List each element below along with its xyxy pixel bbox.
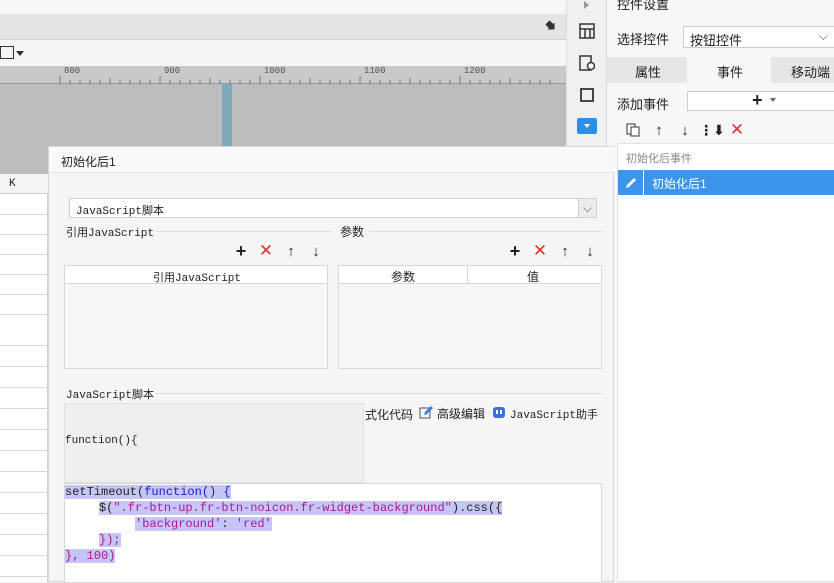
side-icon-bar xyxy=(566,0,606,150)
settings-page-icon[interactable] xyxy=(578,54,596,72)
panel-title: 控件设置 xyxy=(617,0,670,12)
column-label: K xyxy=(9,178,16,190)
editor-top-strip xyxy=(0,0,566,14)
ruler-tick: 800 xyxy=(64,66,81,76)
delete-icon[interactable]: ✕ xyxy=(729,120,745,139)
tab-label: 移动端 xyxy=(791,65,831,80)
column-header: K xyxy=(0,174,48,194)
tab-events[interactable]: 事件 xyxy=(687,57,771,83)
code-line-4: }); xyxy=(99,533,121,547)
ruler-tick: 1200 xyxy=(464,66,486,76)
tab-label: 事件 xyxy=(717,65,744,80)
advanced-edit-label: 高级编辑 xyxy=(437,407,486,421)
ruler-tick: 1100 xyxy=(364,66,386,76)
chevron-down-icon: ⌵ xyxy=(818,29,828,43)
param-column: 参数 xyxy=(391,270,416,284)
dialog-title-bar: 初始化后1 xyxy=(49,147,615,173)
function-header: function(){ xyxy=(65,435,138,447)
code-line-2: $(".fr-btn-up.fr-btn-noicon.fr-widget-ba… xyxy=(99,501,503,515)
ref-js-section-label: 引用JavaScript xyxy=(66,228,155,240)
arrow-down-icon[interactable]: ↓ xyxy=(677,121,693,139)
ref-js-table[interactable]: 引用JavaScript xyxy=(64,265,328,369)
chevron-down-icon[interactable] xyxy=(16,51,24,56)
format-code-button[interactable]: 式化代码 xyxy=(365,406,413,423)
function-header-area: function(){ xyxy=(64,403,364,483)
ruler-tick: 900 xyxy=(164,66,181,76)
grid-layout-icon[interactable] xyxy=(578,22,596,40)
ruler-marks xyxy=(59,76,551,84)
editor-toolbar xyxy=(0,14,566,40)
code-line-5: }, 100) xyxy=(65,549,116,563)
frame-icon[interactable] xyxy=(578,86,596,104)
border-style-icon[interactable] xyxy=(0,46,14,59)
arrow-up-icon[interactable]: ↑ xyxy=(651,121,667,139)
event-item-label: 初始化后1 xyxy=(652,177,707,191)
tab-label: 属性 xyxy=(635,65,662,80)
dialog-title: 初始化后1 xyxy=(61,155,116,169)
helper-bot-icon xyxy=(493,407,505,418)
chevron-down-icon: ⌵ xyxy=(578,199,596,217)
ref-js-column: 引用JavaScript xyxy=(153,273,242,285)
ruler-tick: 1000 xyxy=(264,66,286,76)
advanced-edit-button[interactable]: 高级编辑 xyxy=(419,405,489,421)
copy-icon[interactable] xyxy=(625,122,641,138)
expand-arrow-icon[interactable] xyxy=(584,1,589,9)
canvas-boundary-line xyxy=(222,84,232,148)
script-type-value: JavaScript脚本 xyxy=(76,206,165,218)
chevron-down-icon xyxy=(770,98,776,102)
select-control-label: 选择控件 xyxy=(617,32,670,47)
arrow-up-icon[interactable]: ↑ xyxy=(283,242,299,260)
params-section-label: 参数 xyxy=(340,225,365,239)
select-control-value: 按钮控件 xyxy=(690,33,743,48)
delete-icon[interactable]: ✕ xyxy=(532,241,548,260)
table-header: 引用JavaScript xyxy=(65,266,327,285)
add-event-label: 添加事件 xyxy=(617,97,670,112)
editor-subtoolbar xyxy=(0,40,566,66)
delete-icon[interactable]: ✕ xyxy=(258,241,274,260)
add-icon[interactable]: + xyxy=(507,241,523,261)
add-icon[interactable]: + xyxy=(233,241,249,261)
tab-mobile[interactable]: 移动端 xyxy=(771,57,834,83)
tab-properties[interactable]: 属性 xyxy=(607,57,687,83)
script-type-select[interactable]: JavaScript脚本 ⌵ xyxy=(69,198,597,218)
select-control-dropdown[interactable]: 按钮控件 ⌵ xyxy=(683,26,834,48)
events-list: 初始化后事件 初始化后1 xyxy=(617,143,834,582)
edit-icon xyxy=(419,406,433,419)
event-group-label: 初始化后事件 xyxy=(626,153,692,165)
params-table[interactable]: 参数 值 xyxy=(338,265,602,369)
widget-icon[interactable] xyxy=(577,118,597,134)
code-line-1: setTimeout(function() { xyxy=(65,485,231,499)
edit-icon xyxy=(618,170,644,195)
arrow-down-icon[interactable]: ↓ xyxy=(308,242,324,260)
event-dialog: 初始化后1 JavaScript脚本 ⌵ 引用JavaScript + ✕ ↑ … xyxy=(48,146,615,583)
code-editor[interactable]: setTimeout(function() { $(".fr-btn-up.fr… xyxy=(64,483,602,583)
table-header: 参数 值 xyxy=(339,266,601,284)
control-settings-panel: 控件设置 选择控件 按钮控件 ⌵ 属性 事件 移动端 添加事件 + ↑ ↓ ⋮⬇… xyxy=(606,0,834,582)
js-helper-button[interactable]: JavaScript助手 xyxy=(492,405,602,422)
move-bottom-icon[interactable]: ⋮⬇ xyxy=(699,121,725,139)
code-line-3: 'background': 'red' xyxy=(135,517,272,531)
js-helper-label: JavaScript助手 xyxy=(510,410,599,422)
horizontal-ruler: 800 900 1000 1100 1200 xyxy=(0,66,566,84)
value-column: 值 xyxy=(527,270,540,284)
add-event-dropdown[interactable]: + xyxy=(687,90,834,111)
event-item-selected[interactable]: 初始化后1 xyxy=(618,170,834,195)
plus-icon: + xyxy=(752,90,763,110)
collapse-icon[interactable] xyxy=(544,19,558,33)
sheet-grid[interactable]: K xyxy=(0,174,48,582)
arrow-up-icon[interactable]: ↑ xyxy=(557,242,573,260)
script-section-label: JavaScript脚本 xyxy=(66,390,155,402)
arrow-down-icon[interactable]: ↓ xyxy=(582,242,598,260)
